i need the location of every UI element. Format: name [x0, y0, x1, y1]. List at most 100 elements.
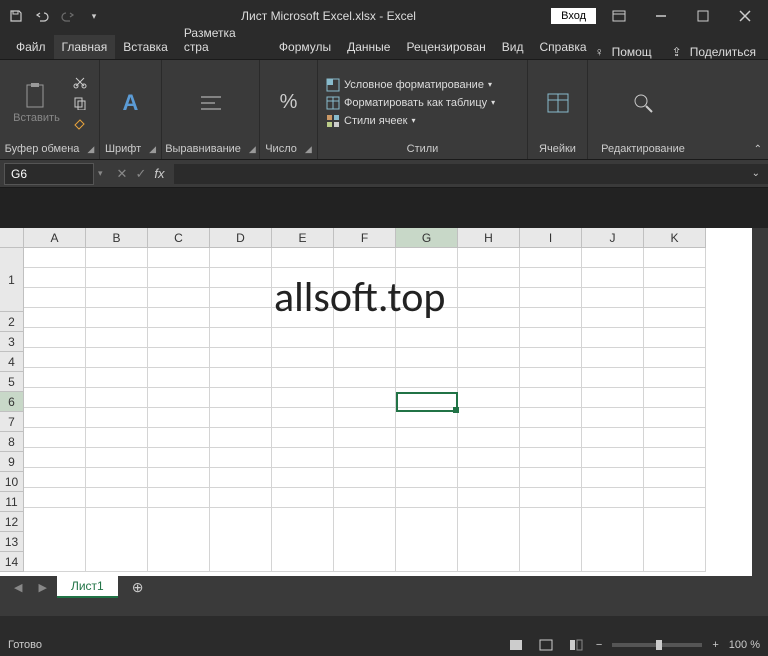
cell[interactable]	[148, 428, 210, 448]
row-header[interactable]: 5	[0, 372, 24, 392]
fx-icon[interactable]: fx	[154, 166, 164, 182]
cell[interactable]	[644, 248, 706, 268]
cell[interactable]	[86, 428, 148, 448]
row-header[interactable]: 3	[0, 332, 24, 352]
cell[interactable]	[520, 268, 582, 288]
collapse-ribbon-icon[interactable]: ⌃	[754, 144, 762, 155]
cell[interactable]	[86, 248, 148, 268]
cell[interactable]	[396, 368, 458, 388]
undo-icon[interactable]	[30, 4, 54, 28]
cell[interactable]	[272, 428, 334, 448]
tab-insert[interactable]: Вставка	[115, 35, 176, 59]
enter-formula-icon[interactable]: ✓	[135, 166, 146, 182]
cell[interactable]	[458, 288, 520, 308]
cell[interactable]	[86, 328, 148, 348]
cell[interactable]	[272, 368, 334, 388]
tab-layout[interactable]: Разметка стра	[176, 21, 271, 59]
cell[interactable]	[582, 328, 644, 348]
cell[interactable]	[210, 388, 272, 408]
row-header[interactable]: 1	[0, 248, 24, 312]
cell[interactable]	[24, 488, 86, 508]
cell[interactable]	[272, 408, 334, 428]
expand-formula-bar-icon[interactable]: ⌄	[752, 168, 760, 179]
cell[interactable]	[148, 408, 210, 428]
cell[interactable]	[24, 348, 86, 368]
dialog-launcher-icon[interactable]: ◢	[245, 144, 256, 155]
cancel-formula-icon[interactable]: ✕	[117, 166, 128, 182]
cell[interactable]	[210, 268, 272, 288]
conditional-formatting-button[interactable]: Условное форматирование▾	[324, 77, 521, 93]
row-header[interactable]: 10	[0, 472, 24, 492]
cell[interactable]	[86, 508, 148, 572]
cell[interactable]	[396, 508, 458, 572]
cell[interactable]	[644, 288, 706, 308]
cell[interactable]	[210, 308, 272, 328]
normal-view-icon[interactable]	[506, 637, 526, 653]
cell[interactable]	[458, 508, 520, 572]
dialog-launcher-icon[interactable]: ◢	[83, 144, 94, 155]
cell[interactable]	[334, 368, 396, 388]
copy-icon[interactable]	[70, 94, 90, 112]
zoom-out-icon[interactable]: −	[596, 639, 602, 651]
namebox-dropdown-icon[interactable]: ▾	[94, 168, 107, 179]
column-header[interactable]: I	[520, 228, 582, 248]
cell[interactable]	[272, 388, 334, 408]
cell[interactable]	[210, 328, 272, 348]
vertical-scrollbar[interactable]	[752, 228, 768, 598]
cell[interactable]	[458, 488, 520, 508]
maximize-icon[interactable]	[684, 2, 722, 30]
cell[interactable]	[210, 368, 272, 388]
cell[interactable]	[86, 288, 148, 308]
cell[interactable]	[396, 448, 458, 468]
cell[interactable]	[24, 328, 86, 348]
editing-button[interactable]	[625, 85, 661, 121]
cell[interactable]	[458, 248, 520, 268]
tab-view[interactable]: Вид	[494, 35, 532, 59]
cell[interactable]	[582, 368, 644, 388]
cell[interactable]	[210, 428, 272, 448]
qat-dropdown-icon[interactable]: ▾	[82, 4, 106, 28]
redo-icon[interactable]	[56, 4, 80, 28]
cell[interactable]	[520, 248, 582, 268]
tab-data[interactable]: Данные	[339, 35, 398, 59]
column-header[interactable]: F	[334, 228, 396, 248]
cell[interactable]	[458, 428, 520, 448]
cell[interactable]	[644, 508, 706, 572]
cell[interactable]	[644, 488, 706, 508]
cell[interactable]	[582, 348, 644, 368]
cell[interactable]	[334, 248, 396, 268]
font-button[interactable]: A	[113, 85, 149, 121]
format-painter-icon[interactable]	[70, 115, 90, 133]
save-icon[interactable]	[4, 4, 28, 28]
cell[interactable]	[210, 408, 272, 428]
cell[interactable]	[520, 288, 582, 308]
cell[interactable]	[644, 428, 706, 448]
zoom-slider[interactable]	[612, 643, 702, 647]
cell[interactable]	[148, 248, 210, 268]
cell[interactable]	[24, 408, 86, 428]
cell[interactable]	[644, 348, 706, 368]
zoom-in-icon[interactable]: +	[712, 639, 718, 651]
cell[interactable]	[396, 488, 458, 508]
cell[interactable]	[334, 408, 396, 428]
cells-area[interactable]: allsoft.top	[24, 248, 752, 576]
dialog-launcher-icon[interactable]: ◢	[301, 144, 312, 155]
cell[interactable]	[148, 468, 210, 488]
cell[interactable]	[520, 468, 582, 488]
cell[interactable]	[272, 328, 334, 348]
column-header[interactable]: B	[86, 228, 148, 248]
tellme-label[interactable]: Помощ	[612, 45, 652, 59]
cell[interactable]	[210, 468, 272, 488]
cell[interactable]	[86, 488, 148, 508]
cell[interactable]	[582, 388, 644, 408]
cell[interactable]	[148, 448, 210, 468]
tab-review[interactable]: Рецензирован	[398, 35, 493, 59]
cell[interactable]	[644, 268, 706, 288]
cell[interactable]	[458, 388, 520, 408]
cell[interactable]	[582, 468, 644, 488]
cell[interactable]	[334, 488, 396, 508]
cell[interactable]	[148, 508, 210, 572]
cell[interactable]	[582, 248, 644, 268]
cell[interactable]	[210, 508, 272, 572]
cell[interactable]	[582, 288, 644, 308]
